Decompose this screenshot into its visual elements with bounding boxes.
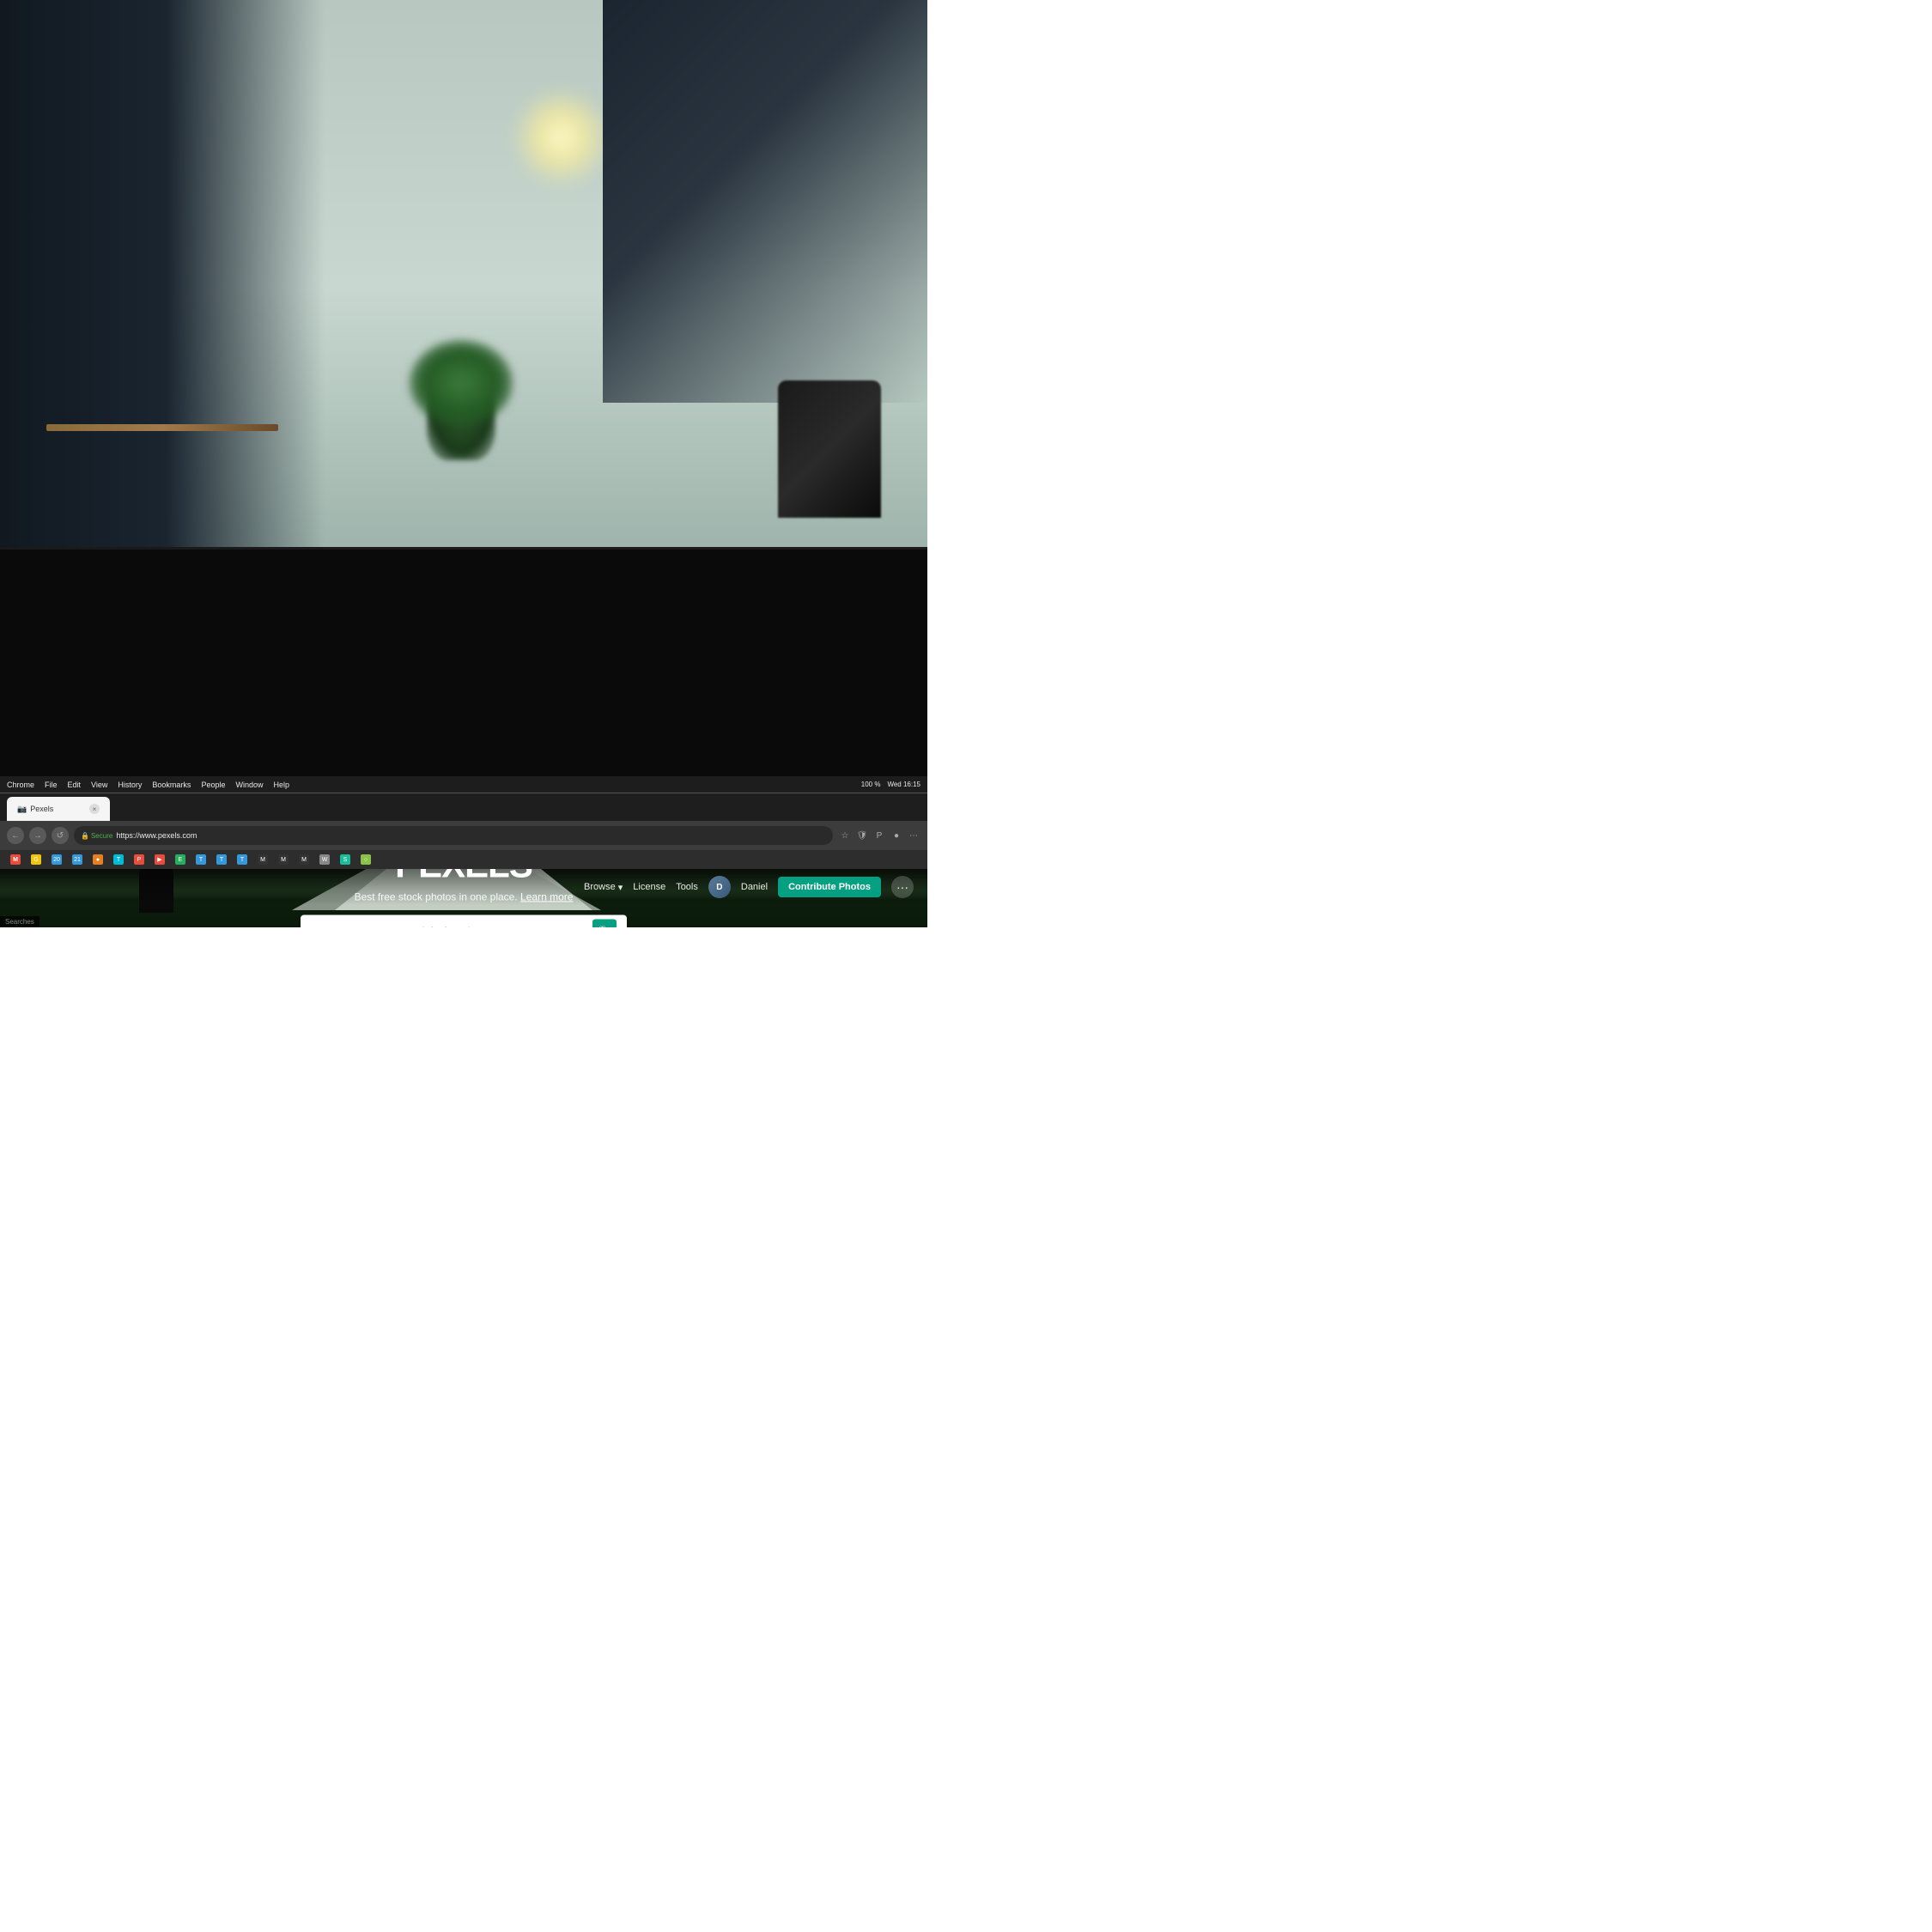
search-icon: 🔍	[598, 925, 611, 927]
bookmark-cal2[interactable]: 21	[69, 853, 86, 866]
pexels-tagline: Best free stock photos in one place. Lea…	[93, 890, 835, 902]
bookmark-star-icon[interactable]: ☆	[838, 829, 852, 842]
search-submit-button[interactable]: 🔍	[592, 919, 617, 927]
bookmark-cal1[interactable]: 20	[48, 853, 65, 866]
office-table	[46, 424, 278, 431]
bookmark-medium3[interactable]: M	[295, 853, 313, 866]
bookmark-t1[interactable]: T	[192, 853, 210, 866]
back-button[interactable]: ←	[7, 827, 24, 844]
shield-icon: 🛡	[855, 829, 869, 842]
bookmark-gmail[interactable]: M	[7, 853, 24, 866]
pexels-search-bar[interactable]: Search for free photos... 🔍	[301, 914, 627, 927]
office-plant	[427, 357, 495, 460]
menubar-history[interactable]: History	[118, 781, 142, 789]
office-dark-area	[603, 0, 927, 403]
bookmark-circle[interactable]: ○	[357, 853, 374, 866]
office-window-light	[510, 86, 613, 189]
menubar-people[interactable]: People	[201, 781, 225, 789]
learn-more-link[interactable]: Learn more	[520, 890, 573, 902]
secure-indicator: 🔒 Secure	[81, 832, 112, 840]
bookmark-google-drive[interactable]: G	[27, 853, 45, 866]
tab-title: Pexels	[30, 805, 53, 813]
searches-label: Searches	[5, 918, 34, 926]
search-placeholder-text: Search for free photos...	[311, 926, 586, 927]
bookmark-medium2[interactable]: M	[275, 853, 292, 866]
pexels-hero-content: PEXELS Best free stock photos in one pla…	[93, 869, 835, 927]
toolbar-icons-group: ☆ 🛡 P ● ⋯	[838, 829, 920, 842]
active-tab[interactable]: 📷 Pexels ×	[7, 797, 110, 821]
pexels-hero-section: Browse ▾ License Tools D Daniel Contribu…	[0, 869, 927, 927]
menubar-file[interactable]: File	[45, 781, 58, 789]
bookmark-pdf[interactable]: P	[131, 853, 148, 866]
forward-button[interactable]: →	[29, 827, 46, 844]
reload-button[interactable]: ↺	[52, 827, 69, 844]
menubar-view[interactable]: View	[91, 781, 107, 789]
browser-toolbar: ← → ↺ 🔒 Secure https://www.pexels.com ☆ …	[0, 821, 927, 850]
menubar-bookmarks[interactable]: Bookmarks	[152, 781, 191, 789]
mac-menubar: Chrome File Edit View History Bookmarks …	[0, 776, 927, 793]
office-chair	[778, 380, 881, 518]
pexels-logo: PEXELS	[93, 869, 835, 885]
bookmark-youtube[interactable]: ▶	[151, 853, 168, 866]
menubar-edit[interactable]: Edit	[68, 781, 82, 789]
menubar-window[interactable]: Window	[235, 781, 263, 789]
menubar-help[interactable]: Help	[273, 781, 289, 789]
office-background-photo	[0, 0, 927, 575]
bookmark-t3[interactable]: T	[234, 853, 251, 866]
bookmarks-bar: M G 20 21 ● T P ▶ E	[0, 850, 927, 869]
bookmark-medium1[interactable]: M	[254, 853, 271, 866]
pexels-more-button[interactable]: ···	[891, 876, 914, 898]
ext-icon-1[interactable]: ●	[890, 829, 903, 842]
menubar-clock: Wed 16:15	[887, 781, 920, 788]
url-text[interactable]: https://www.pexels.com	[116, 831, 197, 840]
bookmark-t2[interactable]: T	[213, 853, 230, 866]
secure-label: Secure	[91, 832, 112, 840]
pinterest-icon[interactable]: P	[872, 829, 886, 842]
browser-status-bar: Searches	[0, 916, 39, 927]
tab-close-button[interactable]: ×	[89, 804, 100, 814]
browser-window: Chrome File Edit View History Bookmarks …	[0, 776, 927, 927]
menubar-battery: 100 %	[861, 781, 881, 788]
lock-icon: 🔒	[81, 832, 89, 840]
bookmark-telegram[interactable]: T	[110, 853, 127, 866]
menubar-app-name[interactable]: Chrome	[7, 781, 34, 789]
pexels-website: Browse ▾ License Tools D Daniel Contribu…	[0, 869, 927, 927]
bookmark-wakatime[interactable]: W	[316, 853, 333, 866]
bookmark-spotify[interactable]: S	[337, 853, 354, 866]
monitor-frame: Chrome File Edit View History Bookmarks …	[0, 547, 927, 927]
address-bar[interactable]: 🔒 Secure https://www.pexels.com	[74, 826, 833, 845]
browser-tabs: 📷 Pexels ×	[0, 793, 927, 821]
bookmark-excel[interactable]: E	[172, 853, 189, 866]
menubar-right: 100 % Wed 16:15	[861, 781, 920, 788]
bookmark-icon-m: M	[10, 854, 21, 865]
more-tools-button[interactable]: ⋯	[907, 829, 920, 842]
tab-favicon: 📷	[17, 805, 27, 814]
bookmark-orange[interactable]: ●	[89, 853, 106, 866]
